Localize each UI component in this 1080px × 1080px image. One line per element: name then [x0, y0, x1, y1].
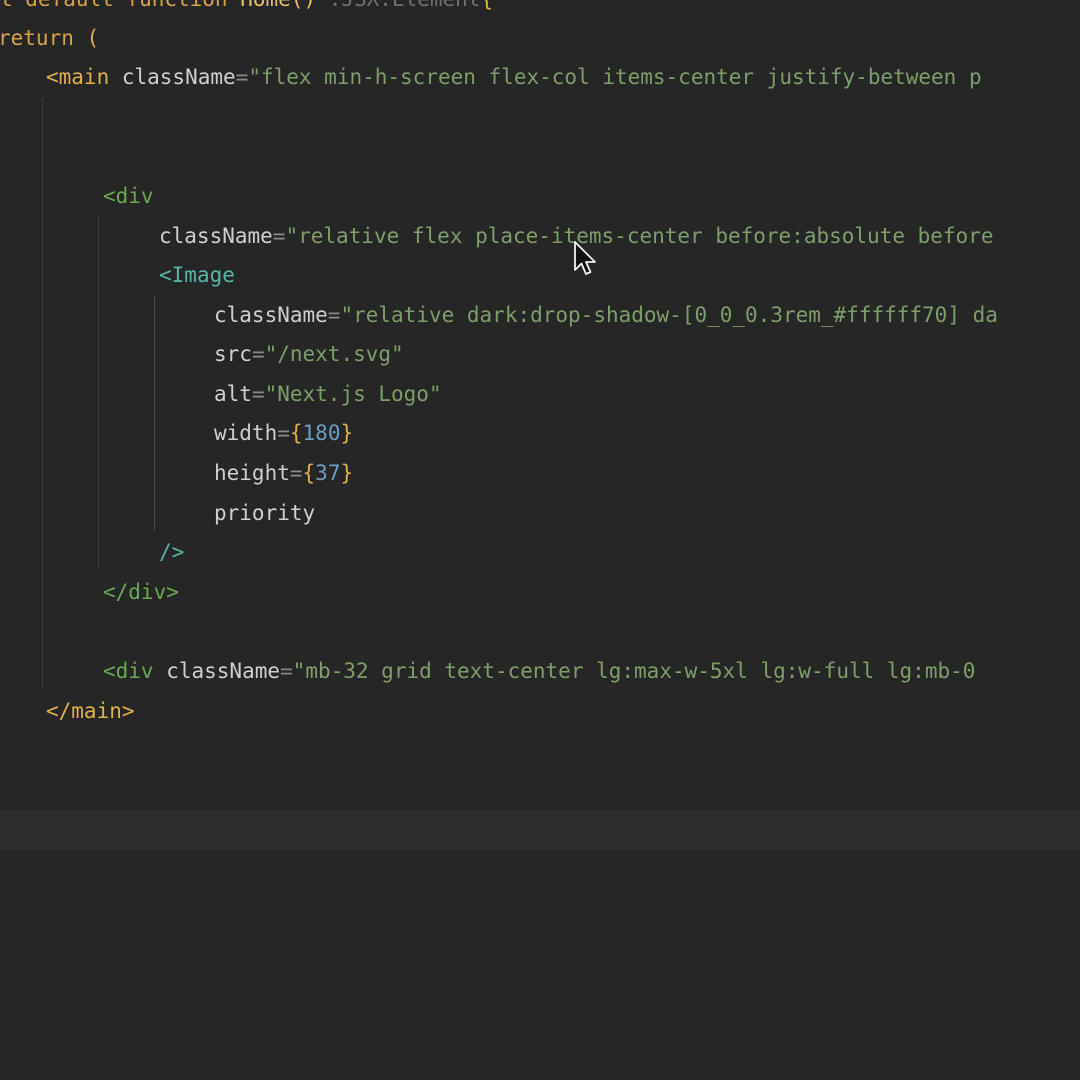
brace-token: } — [340, 421, 354, 445]
brace-token: { — [480, 0, 493, 11]
code-line[interactable]: className="relative dark:drop-shadow-[0_… — [214, 296, 998, 335]
tag-token: <div — [103, 659, 154, 683]
indent-guide — [154, 296, 155, 530]
equals-token: = — [280, 659, 293, 683]
keyword-token: t default function — [0, 0, 240, 11]
code-line[interactable]: priority — [214, 494, 315, 533]
paren-token: ( — [73, 26, 100, 50]
attribute-token: className — [159, 224, 273, 248]
brace-token: { — [302, 461, 316, 485]
equals-token: = — [235, 65, 249, 89]
tag-token: </main> — [46, 699, 135, 723]
attribute-token: priority — [214, 501, 316, 525]
equals-token: = — [327, 303, 341, 327]
string-token: "relative dark:drop-shadow-[0_0_0.3rem_#… — [340, 303, 998, 327]
tag-token: </div> — [103, 580, 179, 604]
tag-token: <main — [46, 65, 110, 89]
equals-token: = — [289, 461, 303, 485]
current-line-highlight — [0, 810, 1080, 850]
attribute-token: className — [109, 65, 236, 89]
code-line[interactable]: </main> — [46, 692, 135, 731]
indent-guide — [42, 98, 43, 690]
code-line[interactable]: <div — [103, 177, 154, 216]
tag-token: < — [159, 263, 172, 287]
code-line[interactable]: </div> — [103, 573, 179, 612]
brace-token: { — [289, 421, 303, 445]
code-line[interactable]: <main className="flex min-h-screen flex-… — [46, 58, 982, 97]
code-line[interactable]: /> — [159, 533, 184, 572]
code-line[interactable]: return ( — [0, 19, 99, 58]
paren-token: () — [291, 0, 316, 11]
code-line[interactable]: <Image — [159, 256, 235, 295]
code-line[interactable]: src="/next.svg" — [214, 335, 404, 374]
string-token: "flex min-h-screen flex-col items-center… — [248, 65, 982, 89]
indent-guide — [98, 216, 99, 570]
string-token: "relative flex place-items-center before… — [285, 224, 994, 248]
string-token: "mb-32 grid text-center lg:max-w-5xl lg:… — [292, 659, 976, 683]
tag-token: <div — [103, 184, 154, 208]
keyword-token: return — [0, 26, 74, 50]
attribute-token: src — [214, 342, 252, 366]
type-hint: :JSX.Element — [316, 0, 481, 11]
component-name-token: Image — [171, 263, 235, 287]
attribute-token: alt — [214, 382, 252, 406]
number-token: 37 — [315, 461, 341, 485]
string-token: "/next.svg" — [264, 342, 404, 366]
brace-token: } — [340, 461, 354, 485]
equals-token: = — [251, 342, 265, 366]
code-line[interactable]: alt="Next.js Logo" — [214, 375, 442, 414]
mouse-pointer-icon — [574, 241, 596, 275]
code-line[interactable]: width={180} — [214, 414, 353, 453]
code-line[interactable]: height={37} — [214, 454, 353, 493]
attribute-token: className — [214, 303, 328, 327]
attribute-token: height — [214, 461, 290, 485]
string-token: "Next.js Logo" — [264, 382, 442, 406]
attribute-token: className — [153, 659, 281, 683]
function-name-token: Home — [240, 0, 291, 11]
equals-token: = — [251, 382, 265, 406]
equals-token: = — [272, 224, 286, 248]
attribute-token: width — [214, 421, 278, 445]
number-token: 180 — [302, 421, 341, 445]
equals-token: = — [277, 421, 290, 445]
code-line[interactable]: t default function Home() :JSX.Element{ — [0, 0, 493, 19]
code-line[interactable]: <div className="mb-32 grid text-center l… — [103, 652, 975, 691]
tag-token: /> — [159, 540, 185, 564]
code-editor[interactable]: t default function Home() :JSX.Element{ … — [0, 0, 1080, 1080]
